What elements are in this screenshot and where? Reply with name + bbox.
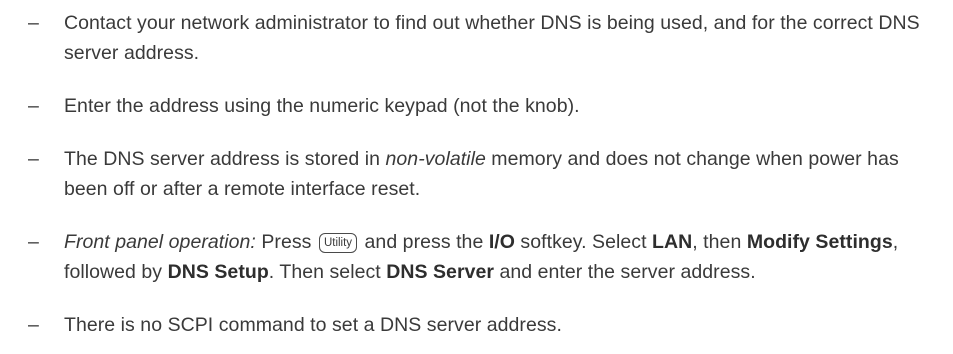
utility-key-icon: Utility (318, 233, 358, 253)
emphasis-text: Front panel operation: (64, 231, 256, 253)
text-run: Press (255, 231, 317, 253)
text-run: . Then select (268, 261, 387, 283)
text-run: softkey. Select (514, 231, 653, 253)
text-run: and press the (359, 231, 489, 253)
list-dash: – (28, 95, 39, 117)
text-run: , then (692, 231, 747, 253)
list-item-text: Contact your network administrator to fi… (64, 12, 920, 64)
list-dash: – (28, 231, 39, 253)
list-item-text: Front panel operation: Press Utility and… (64, 227, 944, 287)
emphasis-text: non-volatile (385, 148, 486, 170)
text-run: The DNS server address is stored in (64, 148, 386, 170)
list-item-text: Enter the address using the numeric keyp… (64, 95, 580, 117)
list-item-text: The DNS server address is stored in non-… (64, 144, 944, 204)
document-page: – Contact your network administrator to … (0, 0, 953, 354)
text-run: and enter the server address. (494, 261, 756, 283)
io-softkey-label: I/O (488, 231, 515, 253)
lan-label: LAN (652, 231, 693, 253)
list-dash: – (28, 148, 39, 170)
list-dash: – (28, 314, 39, 336)
dns-setup-label: DNS Setup (167, 261, 269, 283)
modify-settings-label: Modify Settings (746, 231, 893, 253)
list-dash: – (28, 12, 39, 34)
list-item-text: There is no SCPI command to set a DNS se… (64, 314, 562, 336)
dns-server-label: DNS Server (386, 261, 495, 283)
